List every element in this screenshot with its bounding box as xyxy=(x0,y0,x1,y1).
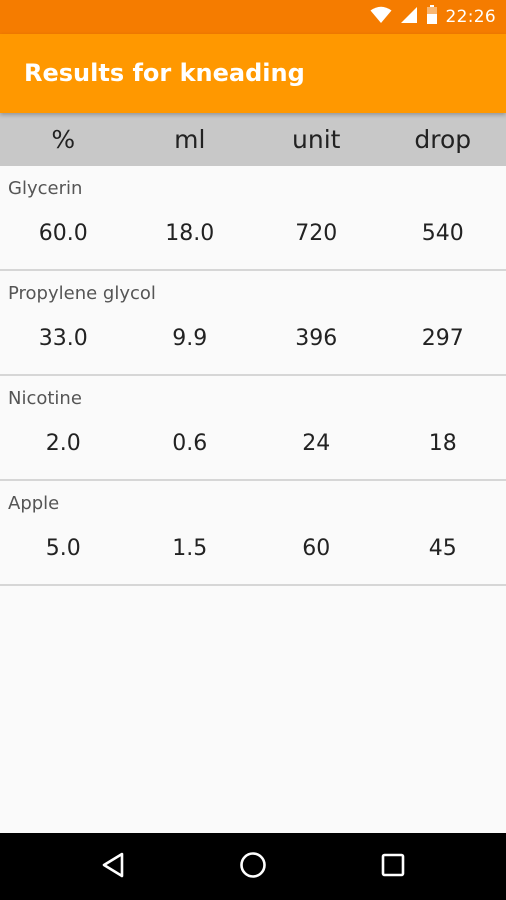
table-row: Nicotine 2.0 0.6 24 18 xyxy=(0,376,506,481)
cell-ml: 0.6 xyxy=(172,431,208,456)
row-ingredient-name: Propylene glycol xyxy=(8,283,156,304)
row-ingredient-name: Nicotine xyxy=(8,388,82,409)
cell-ml: 18.0 xyxy=(165,221,215,246)
cell-drop: 45 xyxy=(428,536,457,561)
table-row: Propylene glycol 33.0 9.9 396 297 xyxy=(0,271,506,376)
status-bar: 22:26 xyxy=(0,0,506,34)
results-list: Glycerin 60.0 18.0 720 540 Propylene gly… xyxy=(0,166,506,586)
home-icon xyxy=(239,851,267,883)
cell-drop: 540 xyxy=(421,221,464,246)
column-header-percent: % xyxy=(51,125,76,154)
cell-unit: 396 xyxy=(295,326,338,351)
battery-icon xyxy=(426,5,438,29)
cell-unit: 720 xyxy=(295,221,338,246)
table-header: % ml unit drop xyxy=(0,113,506,166)
cell-ml: 9.9 xyxy=(172,326,208,351)
row-values: 60.0 18.0 720 540 xyxy=(0,219,506,249)
row-ingredient-name: Apple xyxy=(8,493,60,514)
cell-percent: 5.0 xyxy=(45,536,81,561)
status-time: 22:26 xyxy=(445,7,496,27)
cell-percent: 2.0 xyxy=(45,431,81,456)
column-header-ml: ml xyxy=(174,125,206,154)
cell-percent: 33.0 xyxy=(38,326,88,351)
column-header-drop: drop xyxy=(414,125,472,154)
recents-icon xyxy=(380,852,406,882)
cell-drop: 297 xyxy=(421,326,464,351)
navigation-bar xyxy=(0,833,506,900)
status-icons: 22:26 xyxy=(370,0,497,34)
column-header-unit: unit xyxy=(292,125,341,154)
table-row: Apple 5.0 1.5 60 45 xyxy=(0,481,506,586)
cell-unit: 60 xyxy=(302,536,331,561)
wifi-icon xyxy=(370,6,392,28)
back-button[interactable] xyxy=(83,833,143,900)
cell-ml: 1.5 xyxy=(172,536,208,561)
row-values: 33.0 9.9 396 297 xyxy=(0,324,506,354)
cell-unit: 24 xyxy=(302,431,331,456)
page-title: Results for kneading xyxy=(24,59,305,87)
cell-percent: 60.0 xyxy=(38,221,88,246)
row-ingredient-name: Glycerin xyxy=(8,178,83,199)
row-values: 2.0 0.6 24 18 xyxy=(0,429,506,459)
table-row: Glycerin 60.0 18.0 720 540 xyxy=(0,166,506,271)
app-bar: Results for kneading xyxy=(0,34,506,113)
cell-signal-icon xyxy=(400,6,418,28)
back-icon xyxy=(100,851,126,883)
row-values: 5.0 1.5 60 45 xyxy=(0,534,506,564)
recents-button[interactable] xyxy=(363,833,423,900)
home-button[interactable] xyxy=(223,833,283,900)
cell-drop: 18 xyxy=(428,431,457,456)
